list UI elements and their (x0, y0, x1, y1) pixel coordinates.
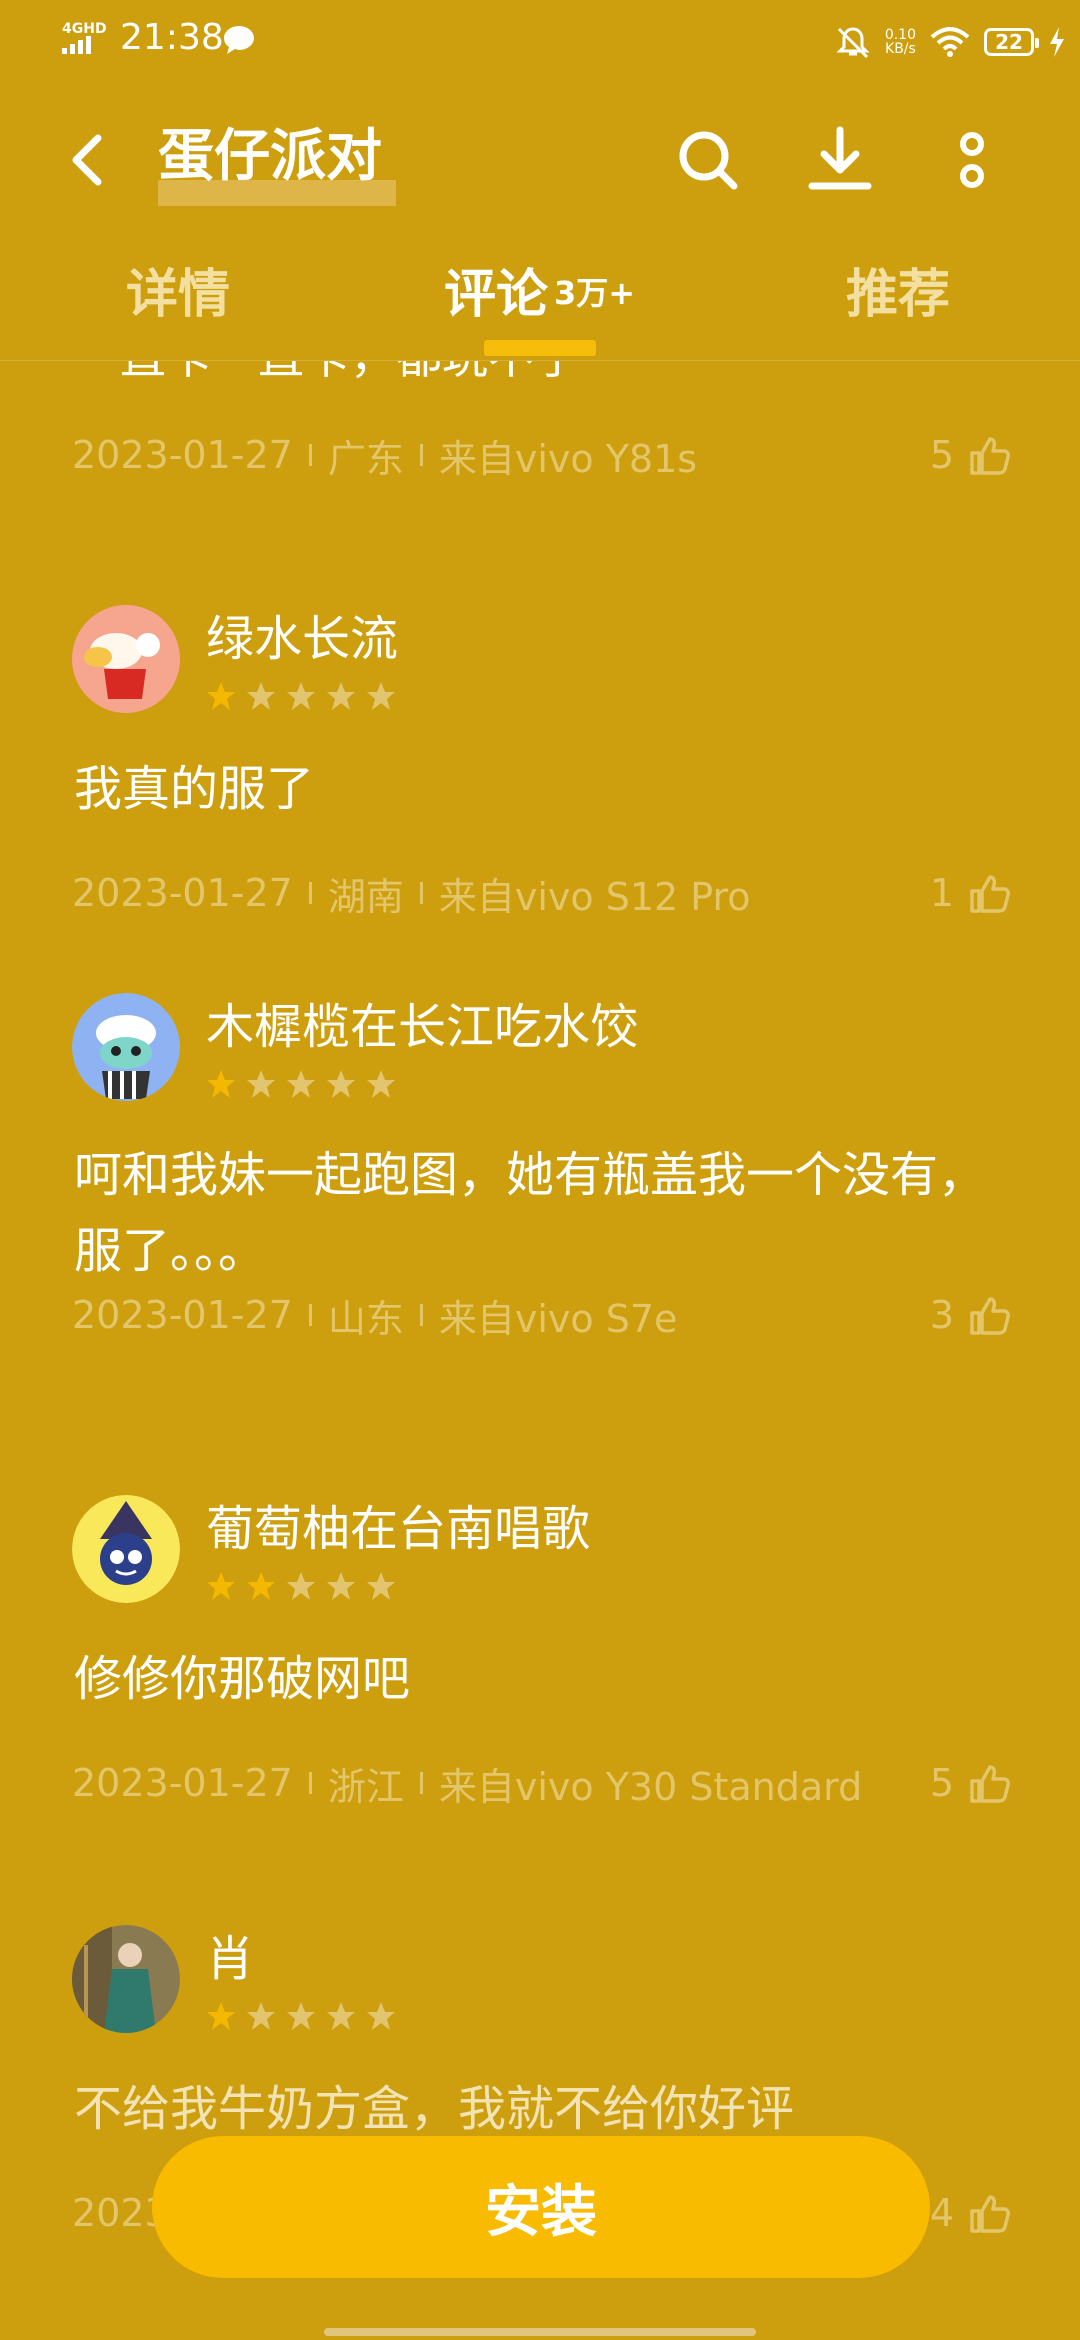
username[interactable]: 绿水长流 (206, 609, 398, 669)
avatar[interactable] (72, 993, 180, 1101)
comment-region: 浙江 (327, 1764, 404, 1809)
install-button[interactable]: 安装 (152, 2136, 930, 2278)
star-empty-icon (367, 1070, 395, 1098)
thumbs-up-icon[interactable] (968, 1293, 1012, 1337)
like-count: 5 (929, 1761, 954, 1805)
comment-text: 我真的服了 (74, 761, 315, 817)
username[interactable]: 木樨榄在长江吃水饺 (206, 997, 638, 1057)
avatar[interactable] (72, 605, 180, 713)
back-button[interactable] (60, 128, 120, 192)
star-empty-icon (287, 1070, 315, 1098)
star-empty-icon (327, 682, 355, 710)
clock: 21:38 (120, 17, 224, 58)
star-filled-icon (207, 1070, 235, 1098)
avatar-image (72, 993, 180, 1101)
thumbs-up-icon[interactable] (968, 433, 1012, 477)
wifi-icon (930, 27, 970, 57)
username[interactable]: 葡萄柚在台南唱歌 (206, 1499, 590, 1559)
comment-text: 修修你那破网吧 (74, 1651, 411, 1707)
comment-device: 来自vivo S7e (438, 1296, 678, 1341)
comment-text: 呵和我妹一起跑图，她有瓶盖我一个没有，服了。。。 (74, 1147, 987, 1279)
app-header: 蛋仔派对 (0, 110, 1080, 210)
comment-meta: 2023-01-27 湖南 来自vivo S12 Pro 1 (72, 867, 1012, 919)
active-tab-indicator (484, 340, 596, 356)
comment-device: 来自vivo Y30 Standard (438, 1764, 863, 1809)
comment-device: 来自vivo S12 Pro (438, 874, 751, 919)
rating-stars (206, 1069, 396, 1099)
star-empty-icon (367, 1572, 395, 1600)
comment-device: 来自vivo Y81s (438, 436, 698, 481)
thumbs-up-icon[interactable] (968, 2191, 1012, 2235)
search-icon[interactable] (672, 124, 744, 196)
tab-bar: 详情 评论 3万+ 推荐 (0, 250, 1080, 361)
network-speed: 0.10 KB/s (884, 27, 916, 57)
star-empty-icon (287, 1572, 315, 1600)
page-title: 蛋仔派对 (158, 124, 382, 189)
comment-date: 2023-01-27 (72, 433, 293, 477)
comment-meta: 2023-01-27 山东 来自vivo S7e 3 (72, 1289, 1012, 1341)
star-empty-icon (247, 1070, 275, 1098)
network-indicator: 4GHD (62, 22, 107, 57)
status-right: 0.10 KB/s 22 (835, 18, 1066, 66)
tab-details[interactable]: 详情 (126, 260, 230, 330)
comment-text-partial: 一直卡一直卡，都玩不了 (74, 361, 580, 387)
star-filled-icon (207, 1572, 235, 1600)
star-empty-icon (327, 1070, 355, 1098)
star-empty-icon (367, 682, 395, 710)
tab-recommend[interactable]: 推荐 (846, 260, 950, 330)
status-bar: 4GHD 21:38 0.10 KB/s 22 (0, 0, 1080, 80)
thumbs-up-icon[interactable] (968, 871, 1012, 915)
star-filled-icon (247, 1572, 275, 1600)
comments-list: 一直卡一直卡，都玩不了 2023-01-27 广东 来自vivo Y81s 5 … (0, 361, 1080, 2340)
battery-indicator: 22 (984, 28, 1039, 56)
star-filled-icon (207, 2002, 235, 2030)
thumbs-up-icon[interactable] (968, 1761, 1012, 1805)
avatar-image (72, 1495, 180, 1603)
comment-count-badge: 3万+ (554, 274, 636, 312)
comment-item: 木樨榄在长江吃水饺 呵和我妹一起跑图，她有瓶盖我一个没有，服了。。。 2023-… (0, 991, 1080, 1411)
avatar[interactable] (72, 1495, 180, 1603)
avatar-image (72, 1925, 180, 2033)
star-empty-icon (247, 682, 275, 710)
comment-item: 绿水长流 我真的服了 2023-01-27 湖南 来自vivo S12 Pro … (0, 603, 1080, 1023)
bell-muted-icon (836, 27, 870, 59)
comment-date: 2023-01-27 (72, 1761, 293, 1805)
charging-icon (1050, 27, 1064, 57)
comment-region: 湖南 (327, 874, 404, 919)
star-empty-icon (327, 1572, 355, 1600)
comment-date: 2023-01-27 (72, 871, 293, 915)
rating-stars (206, 1571, 396, 1601)
comment-meta: 2023-01-27 浙江 来自vivo Y30 Standard 5 (72, 1757, 1012, 1809)
home-indicator[interactable] (324, 2328, 756, 2336)
star-empty-icon (367, 2002, 395, 2030)
signal-icon (62, 36, 91, 54)
rating-stars (206, 681, 396, 711)
comment-meta: 2023-01-27 广东 来自vivo Y81s 5 (72, 429, 1012, 481)
avatar-image (72, 605, 180, 713)
star-empty-icon (287, 682, 315, 710)
download-icon[interactable] (804, 124, 876, 196)
star-filled-icon (207, 682, 235, 710)
like-count: 1 (929, 871, 954, 915)
like-count: 3 (929, 1293, 954, 1337)
star-empty-icon (287, 2002, 315, 2030)
like-count: 5 (929, 433, 954, 477)
comment-date: 2023-01-27 (72, 1293, 293, 1337)
star-empty-icon (327, 2002, 355, 2030)
chat-notification-icon (224, 26, 254, 54)
star-empty-icon (247, 2002, 275, 2030)
username[interactable]: 肖 (206, 1929, 254, 1989)
rating-stars (206, 2001, 396, 2031)
like-count: 4 (929, 2191, 954, 2235)
avatar[interactable] (72, 1925, 180, 2033)
comment-region: 广东 (327, 436, 404, 481)
comment-item: 葡萄柚在台南唱歌 修修你那破网吧 2023-01-27 浙江 来自vivo Y3… (0, 1493, 1080, 1913)
tab-comments[interactable]: 评论 (444, 260, 548, 330)
more-options-icon[interactable] (936, 124, 1008, 196)
comment-region: 山东 (327, 1296, 404, 1341)
